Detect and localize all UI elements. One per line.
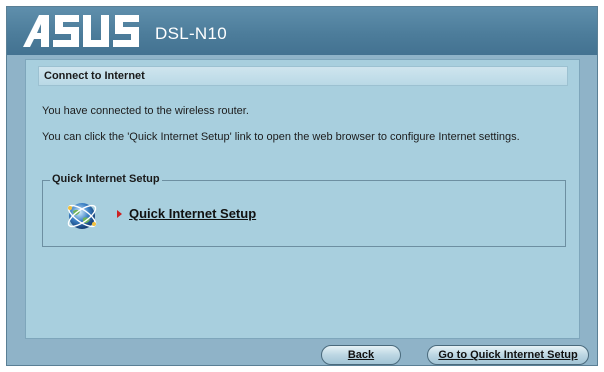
quick-setup-group: Quick Internet Setup Quick Internet Setu… <box>42 173 566 247</box>
header-bar: DSL-N10 <box>7 7 597 55</box>
group-title: Quick Internet Setup <box>50 173 162 185</box>
section-title: Connect to Internet <box>38 66 568 86</box>
quick-internet-setup-link[interactable]: Quick Internet Setup <box>129 206 256 221</box>
globe-network-icon <box>67 203 97 229</box>
instruction-message: You can click the 'Quick Internet Setup'… <box>42 131 520 143</box>
wizard-frame: DSL-N10 Connect to Internet You have con… <box>6 6 598 366</box>
status-message: You have connected to the wireless route… <box>42 105 249 117</box>
arrow-right-icon <box>117 210 122 218</box>
go-button-label: Go to Quick Internet Setup <box>438 349 578 361</box>
model-name: DSL-N10 <box>155 24 228 43</box>
setup-wizard-window: DSL-N10 Connect to Internet You have con… <box>0 0 604 372</box>
back-button-label: Back <box>347 349 375 361</box>
back-button[interactable]: Back <box>321 345 401 365</box>
go-to-quick-setup-button[interactable]: Go to Quick Internet Setup <box>427 345 589 365</box>
asus-logo <box>23 15 139 47</box>
content-panel: Connect to Internet You have connected t… <box>25 59 580 339</box>
